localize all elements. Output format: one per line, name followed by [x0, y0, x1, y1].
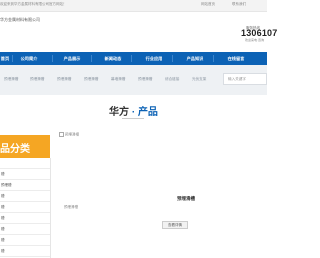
- nav-message[interactable]: 在线留言: [221, 52, 251, 65]
- category-list: 槽 预埋槽 槽 槽 槽 槽 槽 槽: [0, 158, 51, 258]
- section-title-main: 华方: [109, 107, 130, 118]
- search-placeholder: 输入关键字: [228, 77, 246, 81]
- category-label: 预埋槽: [1, 183, 12, 187]
- keyword-link[interactable]: 预埋滑槽: [138, 77, 152, 82]
- nav-products[interactable]: 产品展示: [57, 52, 87, 65]
- nav-knowledge[interactable]: 产品知识: [180, 52, 210, 65]
- product-title[interactable]: 预埋滑槽: [177, 196, 195, 202]
- nav-separator: [172, 55, 173, 62]
- nav-separator: [52, 55, 53, 62]
- hotline-number: 1306107: [241, 28, 278, 38]
- keyword-link[interactable]: 综合链接: [165, 77, 179, 82]
- section-title: 华方 · 产品: [0, 103, 267, 118]
- keyword-link[interactable]: 幕墙滑槽: [111, 77, 125, 82]
- keyword-link[interactable]: 光伏支架: [192, 77, 206, 82]
- nav-separator: [91, 55, 92, 62]
- welcome-text: 欢迎来到华方金属材料有限公司官方网站！: [0, 2, 67, 6]
- category-item[interactable]: 槽: [0, 235, 50, 246]
- section-title-dot: ·: [129, 107, 138, 118]
- category-item[interactable]: 槽: [0, 224, 50, 235]
- hotline-subtext: 欢迎来电·咨询: [245, 38, 264, 42]
- search-input[interactable]: 输入关键字: [223, 73, 267, 85]
- nav-separator: [12, 55, 13, 62]
- home-link[interactable]: 网站首页: [201, 2, 215, 7]
- category-label: 槽: [1, 172, 5, 176]
- section-title-accent: 产品: [137, 107, 158, 118]
- category-label: 槽: [1, 216, 5, 220]
- nav-separator: [213, 55, 214, 62]
- main-nav: 首页 公司简介 产品展示 新闻动态 行业应用 产品知识 在线留言: [0, 52, 267, 65]
- category-label: 槽: [1, 194, 5, 198]
- product-subtitle: 预埋滑槽: [64, 205, 78, 209]
- category-item[interactable]: 槽: [0, 169, 50, 180]
- category-item[interactable]: 槽: [0, 202, 50, 213]
- category-label: 槽: [1, 249, 5, 253]
- category-heading: 品分类: [0, 135, 50, 158]
- category-label: 槽: [1, 227, 5, 231]
- category-item[interactable]: 槽: [0, 191, 50, 202]
- product-image[interactable]: 预埋滑槽: [59, 132, 79, 137]
- nav-news[interactable]: 新闻动态: [98, 52, 128, 65]
- category-item[interactable]: [0, 158, 50, 169]
- category-label: 槽: [1, 238, 5, 242]
- category-label: 槽: [1, 205, 5, 209]
- company-name: 华方金属材料有限公司: [0, 17, 40, 22]
- top-bar: 欢迎来到华方金属材料有限公司官方网站！ 网站首页 联系我们: [0, 0, 267, 12]
- view-details-button[interactable]: 查看详情: [162, 221, 188, 229]
- nav-home[interactable]: 首页: [0, 52, 10, 65]
- title-underline: [122, 118, 144, 119]
- category-item[interactable]: 预埋槽: [0, 180, 50, 191]
- nav-separator: [131, 55, 132, 62]
- category-item[interactable]: 槽: [0, 246, 50, 257]
- keyword-link[interactable]: 预埋滑槽: [84, 77, 98, 82]
- category-heading-text: 品分类: [0, 144, 30, 155]
- keyword-link[interactable]: 预埋滑槽: [30, 77, 44, 82]
- contact-link[interactable]: 联系我们: [232, 2, 246, 7]
- keyword-link[interactable]: 预埋滑槽: [57, 77, 71, 82]
- category-item[interactable]: 槽: [0, 213, 50, 224]
- keyword-link[interactable]: 预埋滑槽: [4, 77, 18, 82]
- nav-about[interactable]: 公司简介: [16, 52, 42, 65]
- nav-industry[interactable]: 行业应用: [139, 52, 169, 65]
